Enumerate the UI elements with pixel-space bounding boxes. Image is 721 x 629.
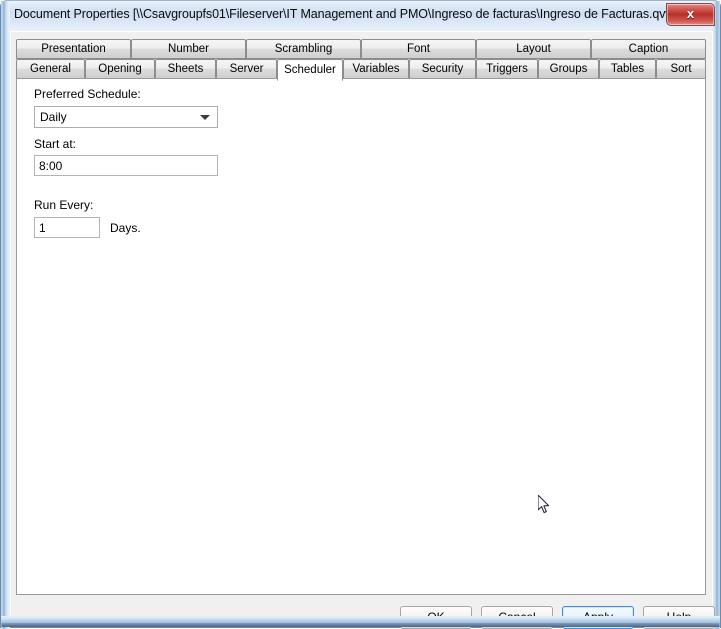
tab-variables[interactable]: Variables (343, 59, 409, 79)
start-at-input[interactable] (34, 155, 218, 176)
close-button[interactable]: x (666, 3, 715, 26)
tab-row-top: Presentation Number Scrambling Font Layout Ca… (16, 39, 706, 59)
tab-sheets[interactable]: Sheets (155, 59, 216, 79)
window-title: Document Properties [\\Csavgroupfs01\Fil… (14, 7, 678, 21)
window-drop-shadow (2, 623, 719, 627)
tab-row-bottom: General Opening Sheets Server Scheduler Varia… (16, 59, 706, 81)
tab-groups[interactable]: Groups (538, 59, 599, 79)
tab-scheduler[interactable]: Scheduler (277, 59, 343, 81)
preferred-schedule-label: Preferred Schedule: (34, 87, 141, 101)
window-frame-left (1, 1, 10, 629)
tab-presentation[interactable]: Presentation (16, 39, 131, 59)
tab-layout[interactable]: Layout (476, 39, 591, 59)
tab-font[interactable]: Font (361, 39, 476, 59)
tab-sort[interactable]: Sort (656, 59, 706, 79)
tab-number[interactable]: Number (131, 39, 246, 59)
tab-strip: Presentation Number Scrambling Font Layout Ca… (16, 39, 706, 81)
tab-tables[interactable]: Tables (599, 59, 656, 79)
start-at-label: Start at: (34, 137, 77, 151)
scheduler-panel: Preferred Schedule: Daily Start at: Run … (16, 78, 706, 595)
close-icon: x (686, 6, 695, 21)
run-every-units-label: Days. (110, 221, 141, 235)
chevron-down-icon (200, 115, 210, 120)
tab-security[interactable]: Security (409, 59, 476, 79)
tab-caption[interactable]: Caption (591, 39, 706, 59)
run-every-label: Run Every: (34, 198, 94, 212)
preferred-schedule-select[interactable]: Daily (34, 106, 218, 128)
tab-general[interactable]: General (16, 59, 85, 79)
run-every-input[interactable] (34, 217, 100, 238)
tab-scrambling[interactable]: Scrambling (246, 39, 361, 59)
tab-opening[interactable]: Opening (85, 59, 155, 79)
tab-server[interactable]: Server (216, 59, 277, 79)
title-bar[interactable]: Document Properties [\\Csavgroupfs01\Fil… (1, 1, 721, 31)
preferred-schedule-value: Daily (40, 110, 67, 124)
tab-triggers[interactable]: Triggers (476, 59, 538, 79)
dialog-window: Document Properties [\\Csavgroupfs01\Fil… (0, 0, 721, 629)
dialog-client-area: Presentation Number Scrambling Font Layout Ca… (10, 31, 715, 629)
